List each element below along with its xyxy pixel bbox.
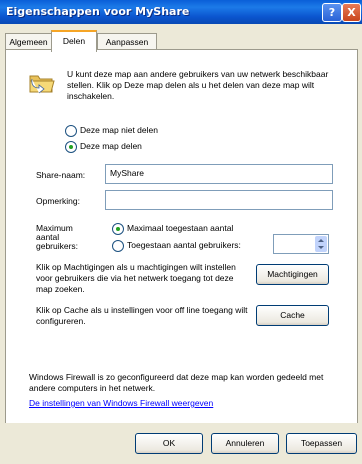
firewall-link-row: De instellingen van Windows Firewall wee… bbox=[29, 398, 213, 409]
radio-max-allowed-label: Maximaal toegestaan aantal bbox=[127, 223, 234, 233]
share-name-input[interactable]: MyShare bbox=[105, 164, 333, 184]
radio-share-circle[interactable] bbox=[65, 141, 77, 153]
share-name-value: MyShare bbox=[110, 168, 145, 178]
title-bar: Eigenschappen voor MyShare ? X bbox=[0, 0, 362, 24]
close-icon: X bbox=[347, 6, 356, 19]
radio-allowed-users-circle[interactable] bbox=[112, 240, 124, 252]
intro-text: U kunt deze map aan andere gebruikers va… bbox=[67, 69, 329, 101]
ok-button[interactable]: OK bbox=[135, 433, 203, 454]
cache-button[interactable]: Cache bbox=[256, 305, 329, 326]
permissions-text: Klik op Machtigingen als u machtigingen … bbox=[36, 262, 236, 294]
help-button[interactable]: ? bbox=[322, 3, 342, 22]
radio-not-share-label: Deze map niet delen bbox=[80, 125, 158, 135]
firewall-text: Windows Firewall is zo geconfigureerd da… bbox=[29, 372, 324, 393]
radio-not-share-circle[interactable] bbox=[65, 125, 77, 137]
firewall-settings-link[interactable]: De instellingen van Windows Firewall wee… bbox=[29, 398, 213, 408]
comment-label: Opmerking: bbox=[36, 196, 80, 206]
dialog-footer: OK Annuleren Toepassen bbox=[0, 423, 362, 464]
close-button[interactable]: X bbox=[342, 3, 361, 22]
window-title: Eigenschappen voor MyShare bbox=[6, 5, 190, 18]
comment-input[interactable] bbox=[105, 190, 333, 210]
cache-text: Klik op Cache als u instellingen voor of… bbox=[36, 305, 248, 326]
permissions-button[interactable]: Machtigingen bbox=[256, 264, 329, 285]
tab-algemeen[interactable]: Algemeen bbox=[5, 33, 52, 50]
tab-delen[interactable]: Delen bbox=[51, 30, 97, 52]
spin-down-icon[interactable] bbox=[318, 246, 324, 249]
apply-button[interactable]: Toepassen bbox=[286, 433, 357, 454]
spinner-buttons[interactable] bbox=[315, 236, 327, 252]
radio-allowed-users-label: Toegestaan aantal gebruikers: bbox=[127, 240, 241, 250]
share-name-label: Share-naam: bbox=[36, 170, 86, 180]
sharing-panel: U kunt deze map aan andere gebruikers va… bbox=[5, 49, 358, 424]
max-users-label-3: gebruikers: bbox=[36, 241, 79, 251]
tab-aanpassen[interactable]: Aanpassen bbox=[97, 33, 157, 50]
radio-max-allowed-circle[interactable] bbox=[112, 223, 124, 235]
radio-share-label: Deze map delen bbox=[80, 141, 142, 151]
cancel-button[interactable]: Annuleren bbox=[211, 433, 279, 454]
help-icon: ? bbox=[328, 6, 336, 19]
shared-folder-icon bbox=[29, 75, 55, 94]
allowed-users-spinner[interactable] bbox=[273, 234, 329, 254]
spin-up-icon[interactable] bbox=[318, 239, 324, 242]
properties-dialog: Eigenschappen voor MyShare ? X Algemeen … bbox=[0, 0, 362, 464]
